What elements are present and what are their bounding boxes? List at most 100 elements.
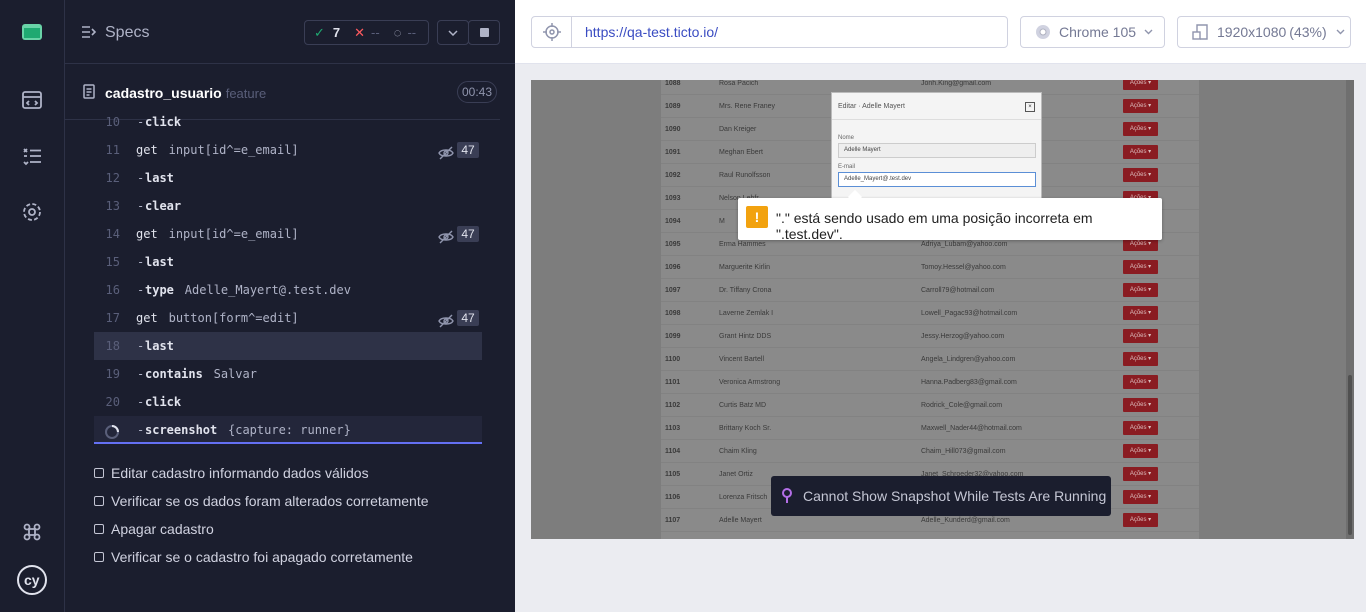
row-name: Raul Runolfsson [719,172,771,179]
selector-playground-button[interactable] [532,17,572,47]
row-email: Adelle_Kunderd@gmail.com [921,517,1010,524]
specs-toggle-icon[interactable] [81,25,97,44]
command-row[interactable]: 13 - clear [94,192,482,220]
command-row[interactable]: 12 - last [94,164,482,192]
row-id: 1094 [665,218,681,225]
table-row: 1096 Marguerite Kirlin Tomoy.Hessel@yahoo.… [661,256,1199,279]
command-log: 10- click 11 get input[id^=e_email] 47 12- last… [94,108,482,444]
command-row[interactable]: 18 - last [94,332,482,360]
crosshair-icon [542,23,561,41]
specs-title[interactable]: Specs [105,24,149,42]
command-row[interactable]: 11 get input[id^=e_email] 47 [94,136,482,164]
chrome-icon [1036,25,1050,39]
row-name: Dan Kreiger [719,126,757,133]
actions-button[interactable]: Ações ▾ [1123,260,1158,274]
element-count-badge: 47 [457,142,479,158]
cypress-logo-icon[interactable]: cy [16,564,48,596]
row-id: 1095 [665,241,681,248]
command-row[interactable]: 20 - click [94,388,482,416]
command-row[interactable]: 15 - last [94,248,482,276]
child-dash: - [137,367,145,381]
row-id: 1091 [665,149,681,156]
name-field[interactable]: Adelle Mayert [838,143,1036,158]
email-field[interactable]: Adelle_Mayert@.test.dev [838,172,1036,187]
test-item[interactable]: Verificar se os dados foram alterados co… [94,487,429,515]
app-under-test-iframe[interactable]: 1088 Rosa Pacich Jonh.King@gmail.com Ações … [531,80,1354,539]
row-id: 1092 [665,172,681,179]
browser-selector[interactable]: Chrome 105 [1020,16,1165,48]
spec-file-name[interactable]: cadastro_usuario feature [105,85,266,101]
app-logo-icon[interactable] [18,18,46,46]
command-row[interactable]: 14 get input[id^=e_email] 47 [94,220,482,248]
aut-scroll-thumb[interactable] [1348,375,1352,535]
row-name: Brittany Koch Sr. [719,425,772,432]
collapse-button[interactable] [437,20,469,45]
test-item[interactable]: Apagar cadastro [94,515,429,543]
row-id: 1089 [665,103,681,110]
actions-button[interactable]: Ações ▾ [1123,513,1158,527]
command-number: 14 [105,227,120,241]
command-row[interactable]: 16 - type Adelle_Mayert@.test.dev [94,276,482,304]
row-name: Meghan Ebert [719,149,763,156]
actions-button[interactable]: Ações ▾ [1123,122,1158,136]
command-row[interactable]: 10 - click [94,108,482,136]
command-number: 11 [105,143,120,157]
edit-user-modal: Editar · Adelle Mayert × Nome Adelle May… [831,92,1042,202]
command-name: last [145,339,174,353]
command-name: contains [145,367,203,381]
aut-scrollbar[interactable] [1346,80,1354,539]
actions-button[interactable]: Ações ▾ [1123,99,1158,113]
actions-button[interactable]: Ações ▾ [1123,168,1158,182]
command-row[interactable]: 17 get button[form^=edit] 47 [94,304,482,332]
url-text[interactable]: https://qa-test.ticto.io/ [585,24,718,40]
row-email: Angela_Lindgren@yahoo.com [921,356,1016,363]
child-dash: - [137,283,145,297]
table-row: 1100 Vincent Bartell Angela_Lindgren@yahoo… [661,348,1199,371]
test-item[interactable]: Editar cadastro informando dados válidos [94,459,429,487]
specs-list-icon[interactable] [18,86,46,114]
test-stats: ✓ 7 ✕ -- ◌ -- [304,20,429,45]
command-row[interactable]: 19 - contains Salvar [94,360,482,388]
settings-gear-icon[interactable] [18,198,46,226]
actions-button[interactable]: Ações ▾ [1123,398,1158,412]
url-bar[interactable]: https://qa-test.ticto.io/ [531,16,1008,48]
test-title: Editar cadastro informando dados válidos [111,465,369,481]
spec-duration-badge: 00:43 [457,81,497,103]
viewport-selector[interactable]: 1920x1080 (43%) [1177,16,1351,48]
row-id: 1102 [665,402,681,409]
actions-button[interactable]: Ações ▾ [1123,375,1158,389]
command-message: input[id^=e_email] [168,143,299,157]
svg-text:cy: cy [24,572,40,588]
table-row: 1101 Veronica Armstrong Hanna.Padberg83@gm… [661,371,1199,394]
actions-button[interactable]: Ações ▾ [1123,283,1158,297]
command-row[interactable]: - screenshot {capture: runner} [94,416,482,444]
actions-button[interactable]: Ações ▾ [1123,306,1158,320]
row-id: 1107 [665,517,681,524]
table-row: 1097 Dr. Tiffany Crona Carroll79@hotmail.c… [661,279,1199,302]
row-name: Vincent Bartell [719,356,765,363]
stop-button[interactable] [468,20,500,45]
actions-button[interactable]: Ações ▾ [1123,467,1158,481]
actions-button[interactable]: Ações ▾ [1123,145,1158,159]
table-row: 1102 Curtis Batz MD Rodrick_Cole@gmail.com… [661,394,1199,417]
name-label: Nome [838,135,855,141]
child-dash: - [137,395,145,409]
test-status-icon [94,524,104,534]
command-name: get [136,227,158,241]
actions-button[interactable]: Ações ▾ [1123,490,1158,504]
row-id: 1098 [665,310,681,317]
command-name: click [145,115,182,129]
actions-button[interactable]: Ações ▾ [1123,80,1158,90]
passed-check-icon: ✓ [314,24,325,40]
row-email: Adriya_Lubam@yahoo.com [921,241,1008,248]
test-item[interactable]: Verificar se o cadastro foi apagado corr… [94,543,429,571]
actions-button[interactable]: Ações ▾ [1123,352,1158,366]
actions-button[interactable]: Ações ▾ [1123,329,1158,343]
modal-close-button[interactable]: × [1025,102,1035,112]
actions-button[interactable]: Ações ▾ [1123,444,1158,458]
command-name: click [145,395,182,409]
actions-button[interactable]: Ações ▾ [1123,421,1158,435]
child-dash: - [137,423,145,437]
runs-icon[interactable] [18,142,46,170]
keyboard-shortcuts-icon[interactable] [18,518,46,546]
